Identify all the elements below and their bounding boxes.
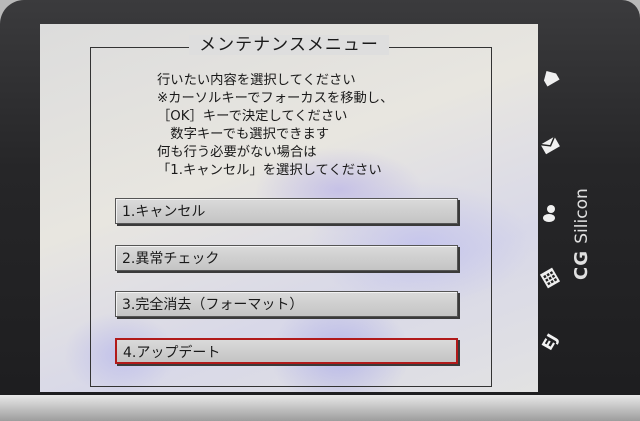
instructions-text: 行いたい内容を選択してください ※カーソルキーでフォーカスを移動し、 ［OK］キ… — [157, 72, 477, 180]
contacts-icon-glyph — [543, 205, 555, 222]
device-edge — [0, 395, 640, 421]
contacts-icon[interactable] — [538, 202, 562, 226]
brand-logo: CG Silicon — [571, 188, 592, 280]
instruction-line: 数字キーでも選択できます — [157, 127, 330, 142]
menu-item-update[interactable]: 4.アップデート — [115, 338, 458, 364]
home-icon-glyph — [543, 70, 560, 87]
mail-icon-glyph — [540, 136, 560, 155]
menu-item-format[interactable]: 3.完全消去（フォーマット） — [115, 291, 458, 317]
instruction-line: 何も行う必要がない場合は — [157, 145, 317, 160]
menu-item-cancel[interactable]: 1.キャンセル — [115, 198, 458, 224]
instruction-line: ［OK］キーで決定してください — [157, 109, 348, 124]
home-icon[interactable] — [538, 66, 562, 90]
instruction-line: ※カーソルキーでフォーカスを移動し、 — [157, 91, 394, 106]
calculator-icon-glyph — [539, 267, 561, 289]
menu-item-error-check[interactable]: 2.異常チェック — [115, 245, 458, 271]
language-ej-icon[interactable]: EJ — [534, 326, 567, 359]
lcd-screen: メンテナンスメニュー 行いたい内容を選択してください ※カーソルキーでフォーカス… — [40, 24, 538, 392]
instruction-line: 「1.キャンセル」を選択してください — [157, 163, 382, 178]
mail-icon[interactable] — [538, 134, 562, 158]
instruction-line: 行いたい内容を選択してください — [157, 73, 356, 88]
page-title: メンテナンスメニュー — [40, 33, 538, 57]
calculator-icon[interactable] — [538, 267, 562, 291]
side-button-column: EJ — [538, 30, 568, 370]
